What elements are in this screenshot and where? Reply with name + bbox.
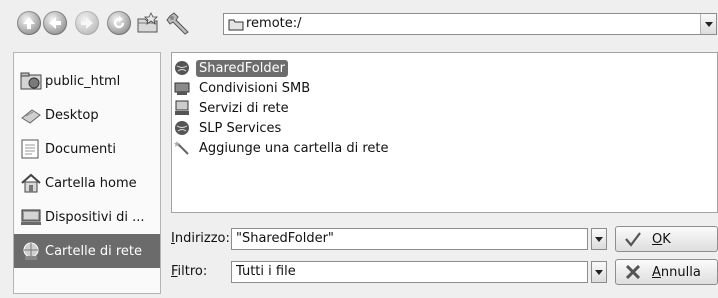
list-item-condivisioni-smb[interactable]: Condivisioni SMB xyxy=(172,78,313,98)
sidebar-item-label: Cartelle di rete xyxy=(45,243,142,259)
home-icon xyxy=(21,173,41,193)
documents-icon xyxy=(21,139,39,159)
list-item-label: SharedFolder xyxy=(196,59,288,77)
devices-icon xyxy=(21,209,41,225)
network-globe-icon xyxy=(175,121,189,135)
sidebar-item-public-html[interactable]: public_html xyxy=(14,64,160,98)
check-icon xyxy=(625,232,641,247)
forward-button[interactable] xyxy=(75,11,99,35)
new-folder-button[interactable] xyxy=(135,11,161,35)
up-button[interactable] xyxy=(17,11,41,35)
up-icon xyxy=(23,17,35,29)
back-icon xyxy=(49,17,61,29)
address-label: Indirizzo: xyxy=(171,231,230,246)
list-item-sharedfolder[interactable]: SharedFolder xyxy=(172,58,288,78)
list-item-slp-services[interactable]: SLP Services xyxy=(172,118,284,138)
reload-button[interactable] xyxy=(107,11,131,35)
cancel-x-icon xyxy=(625,264,641,280)
address-input-value: "SharedFolder" xyxy=(236,231,334,246)
sidebar-item-label: Documenti xyxy=(45,141,116,157)
sidebar-item-label: public_html xyxy=(45,73,121,89)
sidebar-item-desktop[interactable]: Desktop xyxy=(14,98,160,132)
list-item-label: SLP Services xyxy=(199,120,282,136)
cancel-button-label: Annulla xyxy=(652,264,701,280)
sidebar-item-documenti[interactable]: Documenti xyxy=(14,132,160,166)
folder-icon xyxy=(228,19,244,31)
location-combo[interactable]: remote:/ xyxy=(223,13,717,35)
filter-dropdown-arrow[interactable] xyxy=(591,261,607,283)
list-item-label: Aggiunge una cartella di rete xyxy=(199,140,389,156)
cancel-button[interactable]: Annulla xyxy=(615,259,718,285)
back-button[interactable] xyxy=(43,11,67,35)
wizard-wand-icon xyxy=(174,141,189,155)
settings-button[interactable] xyxy=(165,10,193,36)
address-dropdown-arrow[interactable] xyxy=(591,228,607,250)
filter-label: Filtro: xyxy=(171,264,208,279)
filter-select-value: Tutti i file xyxy=(236,264,296,279)
reload-icon xyxy=(113,16,125,29)
sidebar-item-cartelle-di-rete[interactable]: Cartelle di rete xyxy=(14,234,160,268)
file-list: SharedFolder Condivisioni SMB Servizi di… xyxy=(171,52,718,213)
location-dropdown-arrow[interactable] xyxy=(700,14,716,34)
network-folders-icon xyxy=(23,242,39,260)
folder-network-icon xyxy=(20,72,42,90)
sidebar-item-label: Desktop xyxy=(45,107,99,123)
desktop-icon xyxy=(21,109,41,124)
sidebar-item-label: Dispositivi di ... xyxy=(45,209,145,225)
new-folder-icon xyxy=(137,12,158,33)
network-services-icon xyxy=(175,100,189,115)
list-item-label: Condivisioni SMB xyxy=(199,80,311,96)
list-item-servizi-di-rete[interactable]: Servizi di rete xyxy=(172,98,292,118)
location-text: remote:/ xyxy=(246,16,302,31)
places-sidebar: public_html Desktop Documenti Cartella h… xyxy=(13,52,161,294)
filter-select[interactable]: Tutti i file xyxy=(231,261,588,283)
list-item-label: Servizi di rete xyxy=(199,100,289,116)
forward-icon xyxy=(81,17,93,29)
smb-share-icon xyxy=(174,82,190,95)
network-globe-icon xyxy=(175,61,189,75)
sidebar-item-dispositivi[interactable]: Dispositivi di ... xyxy=(14,200,160,234)
ok-button[interactable]: OK xyxy=(615,226,718,252)
sidebar-item-label: Cartella home xyxy=(45,175,137,191)
ok-button-label: OK xyxy=(652,231,671,247)
address-input[interactable]: "SharedFolder" xyxy=(231,228,588,250)
sidebar-item-cartella-home[interactable]: Cartella home xyxy=(14,166,160,200)
wrench-icon xyxy=(166,12,189,35)
list-item-aggiunge-cartella[interactable]: Aggiunge una cartella di rete xyxy=(172,138,391,158)
